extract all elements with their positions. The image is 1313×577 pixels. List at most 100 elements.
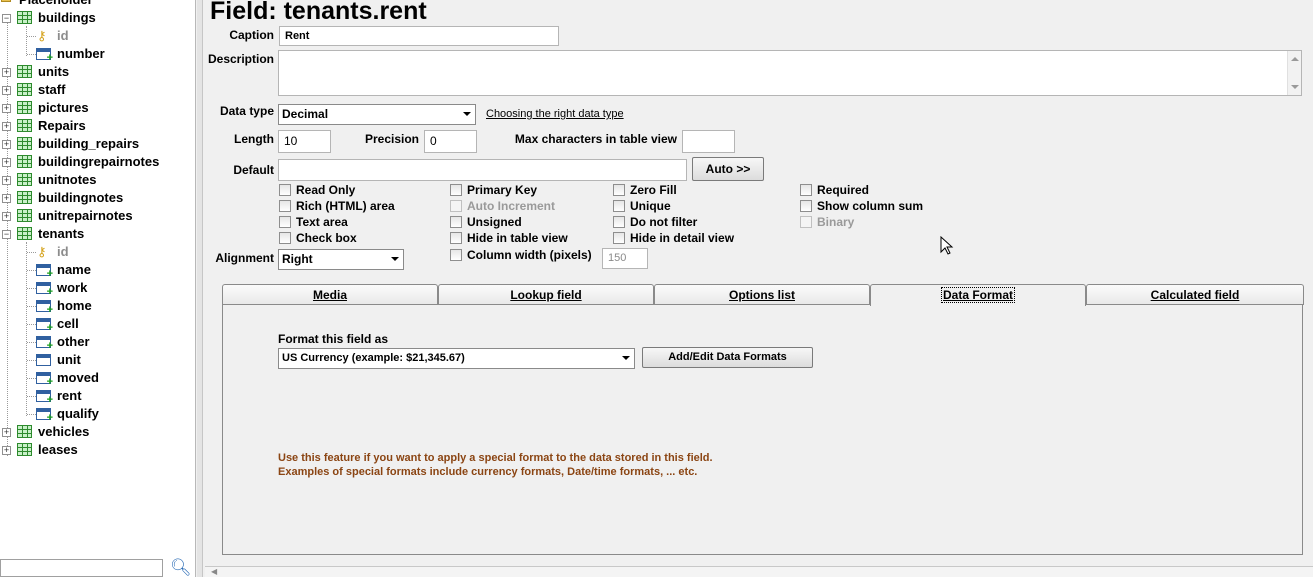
checkbox-box[interactable] [613,184,625,196]
tree-table-vehicles[interactable]: + vehicles [0,423,195,441]
format-select[interactable]: US Currency (example: $21,345.67) [278,348,635,369]
expand-icon[interactable]: + [2,176,11,185]
tree-table-repairs[interactable]: + Repairs [0,117,195,135]
tree-table-staff[interactable]: + staff [0,81,195,99]
tree-table-leases[interactable]: + leases [0,441,195,459]
checkbox-box[interactable] [450,216,462,228]
checkbox-box[interactable] [279,184,291,196]
column-width-checkbox[interactable]: Column width (pixels) [450,248,592,262]
tree-root[interactable]: Placeholder [0,0,195,9]
tree-field-id[interactable]: ⚷ id [0,243,195,261]
tree-table-label: staff [38,82,66,97]
tree-field-other[interactable]: other [0,333,195,352]
tree-field-unit[interactable]: unit [0,351,195,369]
default-input[interactable] [278,159,687,181]
zero-fill-checkbox[interactable]: Zero Fill [613,183,677,197]
alignment-select[interactable]: Right [278,249,404,270]
expand-icon[interactable]: + [2,194,11,203]
expand-icon[interactable]: + [2,104,11,113]
scroll-left-icon[interactable]: ◀ [211,567,217,576]
tree-field-qualify[interactable]: qualify [0,405,195,424]
tree-field-id[interactable]: ⚷ id [0,27,195,45]
tab-options-list[interactable]: Options list [654,284,870,305]
show-column-sum-checkbox[interactable]: Show column sum [800,199,923,213]
tree-field-home[interactable]: home [0,297,195,316]
length-input[interactable]: 10 [278,130,331,153]
unsigned-checkbox[interactable]: Unsigned [450,215,522,229]
checkbox-box[interactable] [450,249,462,261]
checkbox-box[interactable] [613,232,625,244]
tree-table-buildings[interactable]: − buildings [0,9,195,27]
checkbox-box[interactable] [613,216,625,228]
checkbox-box[interactable] [800,200,812,212]
tree-table-unitnotes[interactable]: + unitnotes [0,171,195,189]
tree-table-building_repairs[interactable]: + building_repairs [0,135,195,153]
expand-icon[interactable]: + [2,212,11,221]
checkbox-box[interactable] [279,200,291,212]
tree-field-label: work [57,280,88,295]
check-box-checkbox[interactable]: Check box [279,231,357,245]
required-checkbox[interactable]: Required [800,183,869,197]
precision-input[interactable]: 0 [424,130,477,153]
search-icon[interactable]: 🔍︎ [170,558,192,577]
scroll-up-icon[interactable] [1291,57,1299,61]
tree-table-buildingnotes[interactable]: + buildingnotes [0,189,195,207]
tree-guide-line [27,270,36,271]
expand-icon[interactable]: + [2,140,11,149]
tab-media[interactable]: Media [222,284,438,305]
description-scrollbar[interactable] [1287,51,1301,95]
column-width-input[interactable]: 150 [602,248,648,269]
tab-calculated-field[interactable]: Calculated field [1086,284,1304,305]
expand-icon[interactable]: + [2,428,11,437]
collapse-icon[interactable]: − [2,230,11,239]
data-type-select[interactable]: Decimal [278,104,476,125]
tree-table-units[interactable]: + units [0,63,195,81]
hide-table-view-checkbox[interactable]: Hide in table view [450,231,568,245]
tab-lookup-field[interactable]: Lookup field [438,284,654,305]
hide-detail-view-checkbox[interactable]: Hide in detail view [613,231,734,245]
tree-field-work[interactable]: work [0,279,195,298]
tree-field-moved[interactable]: moved [0,369,195,388]
expand-icon[interactable]: + [2,122,11,131]
caption-input[interactable]: Rent [279,26,559,46]
panel-splitter[interactable] [197,0,203,577]
expand-icon[interactable]: + [2,86,11,95]
checkbox-box[interactable] [279,216,291,228]
expand-icon[interactable]: + [2,446,11,455]
checkbox-box[interactable] [279,232,291,244]
tree-field-cell[interactable]: cell [0,315,195,334]
checkbox-box[interactable] [450,184,462,196]
primary-key-checkbox[interactable]: Primary Key [450,183,537,197]
text-area-checkbox[interactable]: Text area [279,215,348,229]
tree-field-number[interactable]: number [0,45,195,64]
do-not-filter-checkbox[interactable]: Do not filter [613,215,697,229]
tree-field-rent[interactable]: rent [0,387,195,406]
binary-label: Binary [817,215,855,229]
auto-button[interactable]: Auto >> [692,157,764,181]
tree-search-input[interactable] [0,559,163,577]
add-edit-formats-button[interactable]: Add/Edit Data Formats [642,347,813,368]
tree-field-label: number [57,46,105,61]
checkbox-box[interactable] [800,184,812,196]
data-type-help-link[interactable]: Choosing the right data type [486,108,624,120]
description-textarea[interactable] [278,50,1302,96]
tree-field-name[interactable]: name [0,261,195,280]
tab-data-format[interactable]: Data Format [870,284,1086,306]
unique-checkbox[interactable]: Unique [613,199,671,213]
rich-html-checkbox[interactable]: Rich (HTML) area [279,199,395,213]
checkbox-box[interactable] [613,200,625,212]
max-chars-input[interactable] [682,130,735,153]
table-icon [17,101,32,114]
checkbox-box[interactable] [450,232,462,244]
collapse-icon[interactable]: − [2,14,11,23]
tree-table-tenants[interactable]: − tenants [0,225,195,243]
expand-icon[interactable]: + [2,158,11,167]
tree-table-unitrepairnotes[interactable]: + unitrepairnotes [0,207,195,225]
expand-icon[interactable]: + [2,68,11,77]
horizontal-scrollbar[interactable] [205,566,1313,577]
tree-table-buildingrepairnotes[interactable]: + buildingrepairnotes [0,153,195,171]
tree-table-pictures[interactable]: + pictures [0,99,195,117]
scroll-down-icon[interactable] [1291,85,1299,89]
read-only-checkbox[interactable]: Read Only [279,183,355,197]
default-label: Default [233,163,274,177]
